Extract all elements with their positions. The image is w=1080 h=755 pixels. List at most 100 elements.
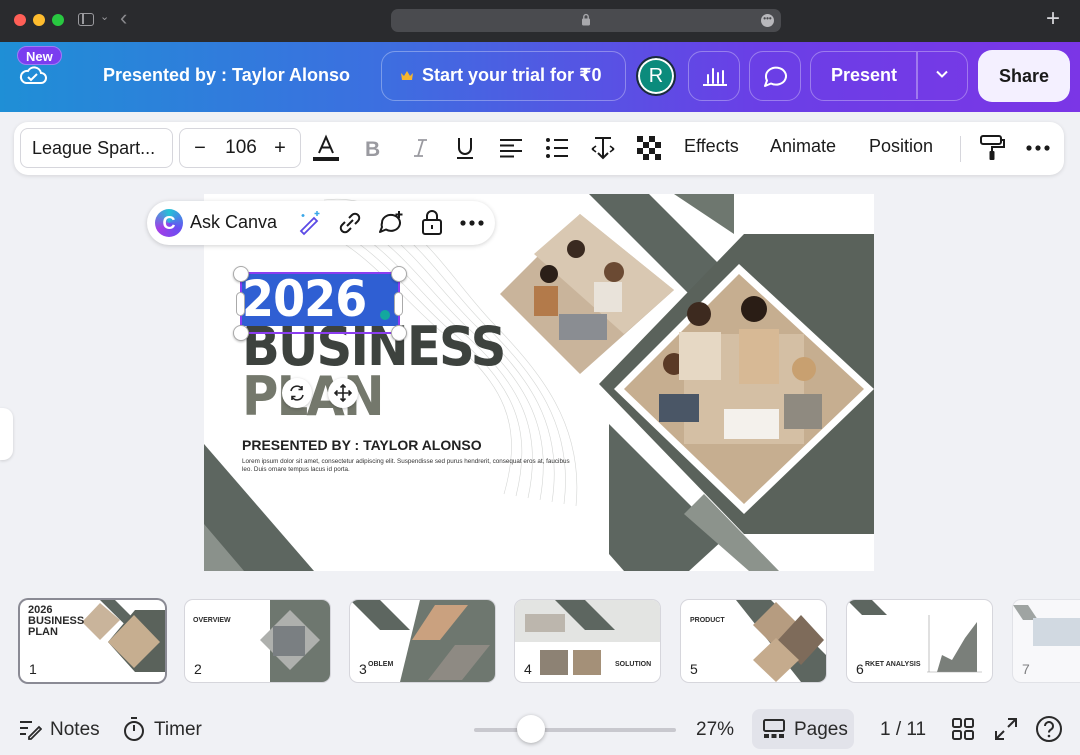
effects-button[interactable]: Effects [684,136,739,157]
resize-handle[interactable] [233,266,249,282]
slide-presented-by[interactable]: PRESENTED BY : TAYLOR ALONSO [242,437,482,453]
chevron-down-icon[interactable]: ⌄ [100,10,109,23]
ask-canva-toolbar: Ask Canva [147,201,495,245]
fullscreen-icon[interactable] [994,717,1018,741]
timer-button[interactable]: Timer [154,719,202,741]
magic-write-icon[interactable] [295,209,323,237]
resize-handle[interactable] [233,325,249,341]
side-resize-handle[interactable] [236,292,245,316]
underline-icon[interactable] [451,134,479,162]
close-window-button[interactable] [14,14,26,26]
transparency-icon[interactable] [635,134,663,162]
font-size-input[interactable]: 106 [216,129,266,167]
rotate-icon [290,385,304,401]
page-indicator: 1 / 11 [880,719,927,740]
page-thumbnail-3[interactable]: OBLEM 3 [350,600,495,682]
text-toolbar: League Spart... − 106 + B Effects Animat… [14,122,1064,175]
decrease-font-size-button[interactable]: − [186,129,214,167]
selection-frame [240,272,400,334]
pages-button[interactable]: Pages [752,709,854,749]
side-panel-toggle[interactable] [0,408,13,460]
zoom-slider-track[interactable] [474,728,676,732]
link-icon[interactable] [336,209,364,237]
thumbnail-label: OBLEM [368,661,394,668]
font-family-dropdown[interactable]: League Spart... [20,128,173,168]
bold-icon[interactable]: B [360,134,388,162]
resize-handle[interactable] [391,325,407,341]
thumbnail-number: 1 [29,661,37,677]
line-spacing-icon[interactable] [589,134,617,162]
zoom-slider-handle[interactable] [517,715,545,743]
minimize-window-button[interactable] [33,14,45,26]
bottom-bar: Notes Timer 27% Pages 1 / 11 [0,700,1080,755]
page-thumbnail-4[interactable]: SOLUTION 4 [515,600,660,682]
thumbnail-preview [260,600,330,682]
lock-icon [582,13,590,26]
page-options-icon[interactable]: ••• [761,14,774,27]
text-color-icon[interactable] [312,134,340,162]
side-resize-handle[interactable] [394,292,403,316]
thumbnail-number: 3 [359,661,367,677]
move-icon [333,383,353,403]
pages-label: Pages [794,719,848,740]
design-title[interactable]: Presented by : Taylor Alonso [103,65,350,86]
italic-icon[interactable] [406,134,434,162]
page-thumbnail-7[interactable]: 7 [1013,600,1080,682]
address-bar[interactable]: ••• [391,9,781,32]
timer-icon[interactable] [122,716,146,742]
rotate-button[interactable] [282,378,312,408]
avatar[interactable]: R [636,56,676,96]
animate-button[interactable]: Animate [770,136,836,157]
notes-icon[interactable] [18,718,42,740]
back-arrow-icon[interactable]: ‹ [120,6,127,30]
share-button[interactable]: Share [978,50,1070,102]
position-button[interactable]: Position [869,136,933,157]
new-tab-button[interactable]: + [1046,4,1060,34]
cloud-saved-icon[interactable] [18,64,48,86]
svg-text:B: B [365,138,380,161]
page-thumbnail-1[interactable]: 2026 BUSINESS PLAN 1 [20,600,165,682]
comments-button[interactable] [749,51,801,101]
paint-roller-icon[interactable] [978,134,1006,162]
slide-body-text[interactable]: Lorem ipsum dolor sit amet, consectetur … [242,458,572,474]
text-cursor-marker [380,310,390,320]
bullet-list-icon[interactable] [543,134,571,162]
align-left-icon[interactable] [497,134,525,162]
maximize-window-button[interactable] [52,14,64,26]
sidebar-toggle-icon[interactable] [78,13,94,26]
slide-title-line2[interactable]: PLAN [242,370,385,424]
thumbnail-preview [847,600,982,673]
resize-handle[interactable] [391,266,407,282]
move-button[interactable] [328,378,358,408]
increase-font-size-button[interactable]: + [266,129,294,167]
font-size-control: − 106 + [179,128,301,168]
page-thumbnail-6[interactable]: RKET ANALYSIS 6 [847,600,992,682]
crown-icon [401,71,413,80]
present-button[interactable]: Present [810,51,968,101]
help-icon[interactable] [1035,715,1063,743]
grid-view-icon[interactable] [951,717,975,741]
pages-icon [763,719,785,738]
page-thumbnail-5[interactable]: PRODUCT 5 [681,600,826,682]
thumbnail-number: 7 [1022,661,1030,677]
browser-chrome: ⌄ ‹ ••• + [0,0,1080,42]
canva-ai-logo-icon[interactable] [155,209,183,237]
lock-icon[interactable] [419,208,445,236]
start-trial-button[interactable]: Start your trial for ₹0 [381,51,626,101]
add-comment-icon[interactable] [377,209,405,237]
chevron-down-icon[interactable] [935,67,949,81]
new-badge: New [17,46,62,65]
zoom-percentage[interactable]: 27% [696,719,734,741]
page-thumbnail-2[interactable]: OVERVIEW 2 [185,600,330,682]
more-options-icon[interactable] [1024,134,1052,162]
more-options-icon[interactable] [458,209,486,237]
ask-canva-button[interactable]: Ask Canva [190,212,277,233]
thumbnail-number: 4 [524,661,532,677]
notes-button[interactable]: Notes [50,719,100,741]
thumbnail-label: PRODUCT [690,617,725,624]
thumbnail-label: OVERVIEW [193,617,231,624]
thumbnail-preview [350,600,495,682]
thumbnail-label: 2026 BUSINESS PLAN [28,604,85,638]
analytics-button[interactable] [688,51,740,101]
present-label: Present [831,65,898,85]
